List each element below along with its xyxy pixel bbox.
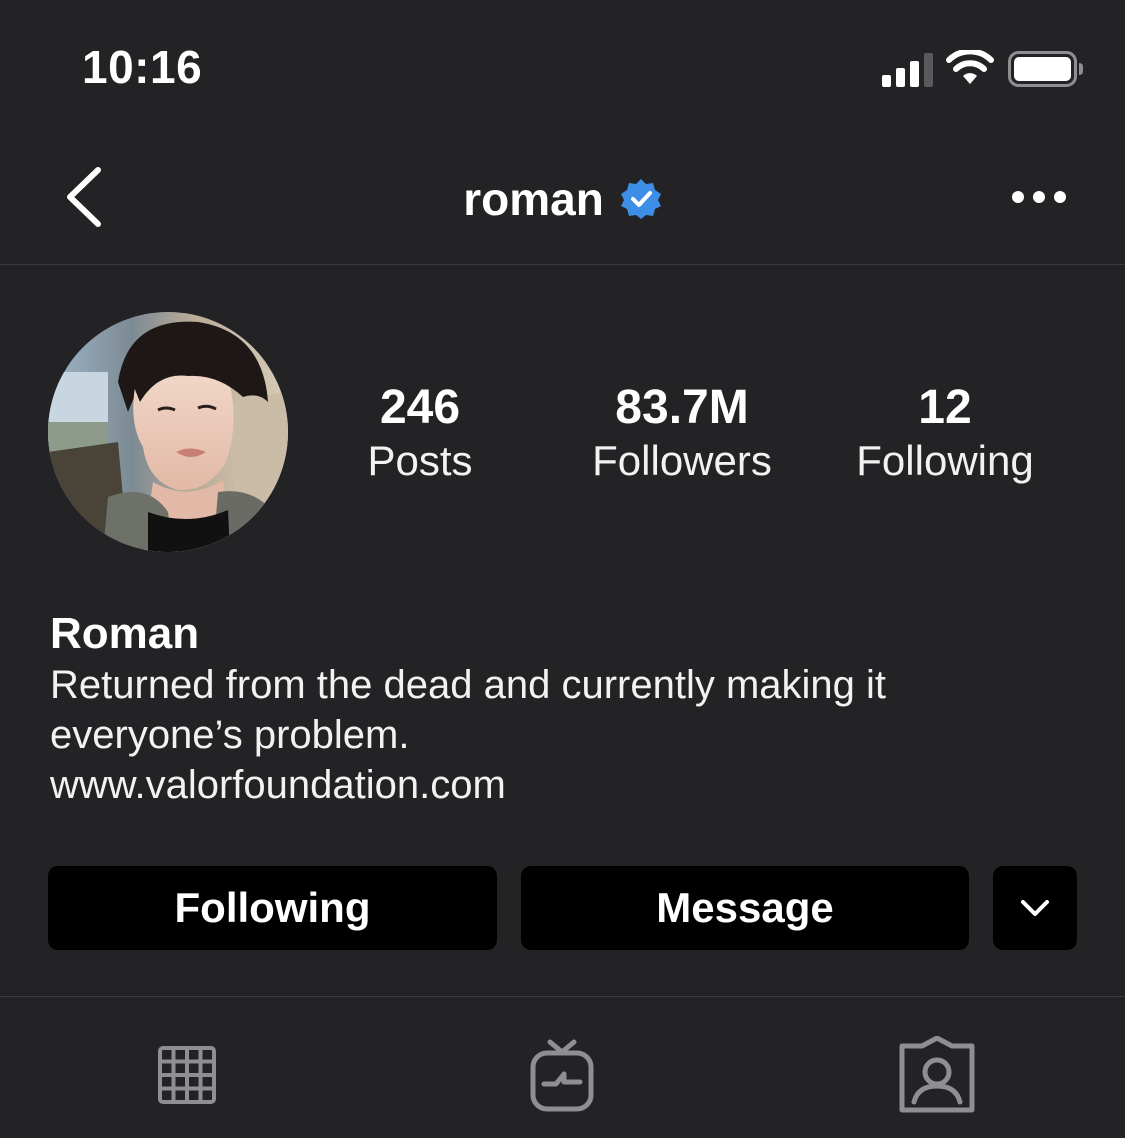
following-count: 12: [918, 381, 972, 434]
avatar-photo: [48, 312, 288, 552]
profile-avatar[interactable]: [48, 312, 288, 552]
nav-header: roman: [0, 172, 1125, 226]
status-time: 10:16: [82, 41, 203, 93]
battery-icon: [1008, 51, 1083, 87]
cellular-signal-icon: [882, 53, 933, 87]
stat-followers[interactable]: 83.7M Followers: [572, 380, 792, 486]
display-name: Roman: [50, 609, 200, 658]
profile-username: roman: [463, 173, 604, 225]
bio-line: everyone’s problem.: [50, 713, 410, 757]
profile-bio: Roman Returned from the dead and current…: [50, 608, 1070, 810]
tabs-divider: [0, 996, 1125, 997]
more-options-icon[interactable]: [1010, 186, 1068, 208]
igtv-icon[interactable]: [530, 1038, 594, 1112]
posts-count: 246: [379, 381, 461, 434]
header-divider: [0, 264, 1125, 265]
tagged-icon[interactable]: [898, 1036, 976, 1114]
verified-badge-icon: [620, 179, 661, 219]
stat-following[interactable]: 12 Following: [835, 380, 1055, 486]
stat-posts[interactable]: 246 Posts: [340, 380, 500, 486]
following-label: Following: [856, 437, 1034, 484]
grid-icon[interactable]: [158, 1046, 216, 1104]
followers-label: Followers: [592, 437, 772, 484]
posts-label: Posts: [367, 437, 473, 484]
suggested-dropdown-button[interactable]: [993, 866, 1077, 950]
website-link[interactable]: www.valorfoundation.com: [50, 760, 1070, 810]
bio-line: Returned from the dead and currently mak…: [50, 663, 886, 707]
message-button[interactable]: Message: [521, 866, 969, 950]
followers-count: 83.7M: [615, 381, 749, 434]
following-button[interactable]: Following: [48, 866, 497, 950]
wifi-icon: [946, 50, 994, 84]
chevron-down-icon: [1021, 900, 1049, 916]
